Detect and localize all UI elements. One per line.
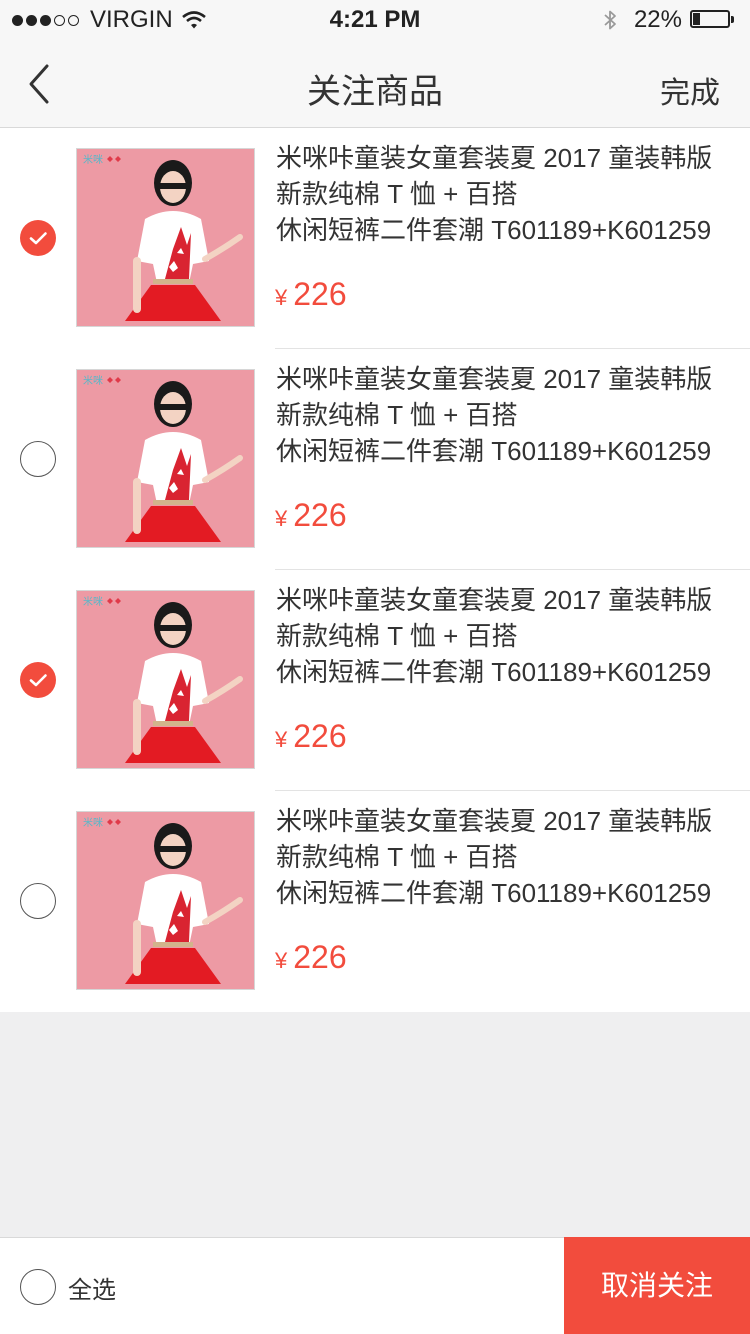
checkmark-icon <box>29 674 47 687</box>
product-title-line: 米咪咔童装女童套装夏 2017 童装韩版 <box>276 585 713 615</box>
product-item[interactable]: 米咪 米咪咔童装女童套装夏 2017 童装韩版 新款纯棉 T 恤 + 百搭 休闲… <box>0 791 750 1012</box>
price-value: 226 <box>293 939 347 975</box>
battery-percent: 22% <box>633 6 682 33</box>
select-all-toggle[interactable]: 全选 <box>20 1269 116 1305</box>
battery-fill <box>693 13 700 25</box>
product-price: ¥226 <box>275 276 347 313</box>
product-price: ¥226 <box>275 718 347 755</box>
product-title-line: 休闲短裤二件套潮 T601189+K601259 <box>276 215 712 245</box>
product-title[interactable]: 米咪咔童装女童套装夏 2017 童装韩版 新款纯棉 T 恤 + 百搭 休闲短裤二… <box>276 803 746 911</box>
product-title[interactable]: 米咪咔童装女童套装夏 2017 童装韩版 新款纯棉 T 恤 + 百搭 休闲短裤二… <box>276 140 746 248</box>
product-price: ¥226 <box>275 497 347 534</box>
item-checkbox-checked[interactable] <box>20 662 56 698</box>
item-checkbox[interactable] <box>20 883 56 919</box>
svg-text:米咪: 米咪 <box>83 374 103 387</box>
price-value: 226 <box>293 718 347 754</box>
product-title-line: 米咪咔童装女童套装夏 2017 童装韩版 <box>276 806 713 836</box>
item-checkbox-checked[interactable] <box>20 220 56 256</box>
product-title-line: 米咪咔童装女童套装夏 2017 童装韩版 <box>276 364 713 394</box>
checkmark-icon <box>29 232 47 245</box>
product-photo-girl-outfit: 米咪 <box>77 591 254 768</box>
product-photo-girl-outfit: 米咪 <box>77 370 254 547</box>
currency-symbol: ¥ <box>275 727 288 752</box>
battery-tip <box>731 16 734 23</box>
item-checkbox[interactable] <box>20 441 56 477</box>
status-bar: VIRGIN 4:21 PM 22% <box>0 0 750 40</box>
bluetooth-icon <box>604 10 616 30</box>
product-photo-girl-outfit: 米咪 <box>77 149 254 326</box>
price-value: 226 <box>293 497 347 533</box>
battery-icon <box>690 10 738 30</box>
product-title-line: 休闲短裤二件套潮 T601189+K601259 <box>276 878 712 908</box>
unfollow-button[interactable]: 取消关注 <box>564 1237 750 1334</box>
done-button[interactable]: 完成 <box>660 68 720 112</box>
product-photo-girl-outfit: 米咪 <box>77 812 254 989</box>
product-thumbnail[interactable]: 米咪 <box>76 369 255 548</box>
product-thumbnail[interactable]: 米咪 <box>76 590 255 769</box>
product-title-line: 新款纯棉 T 恤 + 百搭 <box>276 842 518 872</box>
nav-bar: 关注商品 完成 <box>0 40 750 128</box>
product-item[interactable]: 米咪 米咪咔童装女童套装夏 2017 童装韩版 新款纯棉 T 恤 + 百搭 休闲… <box>0 128 750 349</box>
product-item[interactable]: 米咪 米咪咔童装女童套装夏 2017 童装韩版 新款纯棉 T 恤 + 百搭 休闲… <box>0 570 750 791</box>
select-all-label: 全选 <box>68 1276 116 1304</box>
product-title[interactable]: 米咪咔童装女童套装夏 2017 童装韩版 新款纯棉 T 恤 + 百搭 休闲短裤二… <box>276 582 746 690</box>
svg-text:米咪: 米咪 <box>83 816 103 829</box>
product-title-line: 新款纯棉 T 恤 + 百搭 <box>276 400 518 430</box>
product-title[interactable]: 米咪咔童装女童套装夏 2017 童装韩版 新款纯棉 T 恤 + 百搭 休闲短裤二… <box>276 361 746 469</box>
product-title-line: 休闲短裤二件套潮 T601189+K601259 <box>276 436 712 466</box>
currency-symbol: ¥ <box>275 285 288 310</box>
product-thumbnail[interactable]: 米咪 <box>76 811 255 990</box>
product-price: ¥226 <box>275 939 347 976</box>
product-title-line: 新款纯棉 T 恤 + 百搭 <box>276 621 518 651</box>
svg-text:米咪: 米咪 <box>83 595 103 608</box>
currency-symbol: ¥ <box>275 948 288 973</box>
product-title-line: 新款纯棉 T 恤 + 百搭 <box>276 179 518 209</box>
product-item[interactable]: 米咪 米咪咔童装女童套装夏 2017 童装韩版 新款纯棉 T 恤 + 百搭 休闲… <box>0 349 750 570</box>
svg-text:米咪: 米咪 <box>83 153 103 166</box>
product-title-line: 休闲短裤二件套潮 T601189+K601259 <box>276 657 712 687</box>
page-title: 关注商品 <box>307 73 443 111</box>
status-right: 22% <box>602 6 738 34</box>
price-value: 226 <box>293 276 347 312</box>
bottom-action-bar: 全选 取消关注 <box>0 1237 750 1334</box>
select-all-checkbox[interactable] <box>20 1269 56 1305</box>
currency-symbol: ¥ <box>275 506 288 531</box>
product-list: 米咪 米咪咔童装女童套装夏 2017 童装韩版 新款纯棉 T 恤 + 百搭 休闲… <box>0 128 750 1012</box>
product-thumbnail[interactable]: 米咪 <box>76 148 255 327</box>
product-title-line: 米咪咔童装女童套装夏 2017 童装韩版 <box>276 143 713 173</box>
